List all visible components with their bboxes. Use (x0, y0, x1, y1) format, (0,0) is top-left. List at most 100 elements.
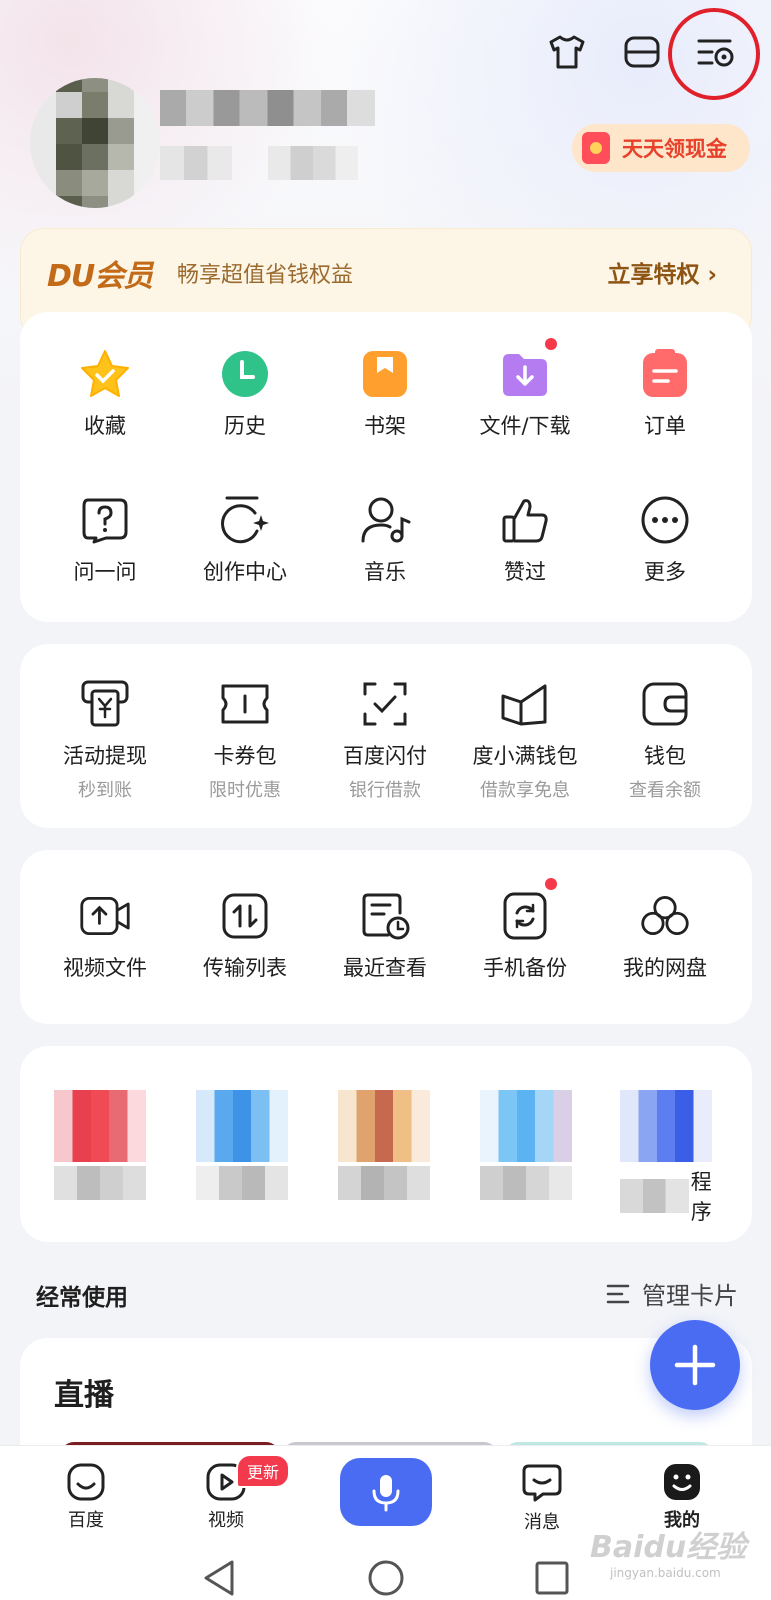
finance-flash-pay[interactable]: 百度闪付 银行借款 (315, 678, 455, 802)
finance-sublabel: 查看余额 (629, 780, 701, 801)
red-envelope-icon (582, 132, 610, 164)
mini-app-icon (338, 1090, 430, 1162)
shortcut-creation-center[interactable]: 创作中心 (175, 494, 315, 586)
shortcut-label: 书架 (364, 414, 406, 438)
finance-coupons[interactable]: 卡券包 限时优惠 (175, 678, 315, 802)
download-folder-icon (499, 338, 557, 400)
shortcut-bookshelf[interactable]: 书架 (315, 348, 455, 440)
creation-icon (219, 494, 271, 546)
message-icon (522, 1464, 562, 1502)
finance-sublabel: 秒到账 (78, 780, 132, 801)
drive-recent[interactable]: 最近查看 (315, 890, 455, 982)
finance-sublabel: 限时优惠 (209, 780, 281, 801)
bookmark-icon (359, 348, 411, 400)
finance-wallet[interactable]: 钱包 查看余额 (595, 678, 735, 802)
back-nav-icon[interactable] (200, 1558, 240, 1598)
shortcut-favorites[interactable]: 收藏 (35, 348, 175, 440)
shortcut-label: 问一问 (73, 560, 137, 584)
shortcut-label: 历史 (224, 414, 266, 438)
drive-transfer-list[interactable]: 传输列表 (175, 890, 315, 982)
du-member-slogan: 畅享超值省钱权益 (177, 263, 354, 288)
mini-app-label-blurred (196, 1166, 288, 1200)
profile-icon (664, 1464, 700, 1500)
watermark: Baidu经验 (590, 1530, 747, 1565)
add-card-fab[interactable] (650, 1320, 740, 1410)
username-blurred (160, 90, 375, 126)
finance-label: 百度闪付 (343, 744, 427, 768)
flash-pay-icon (359, 678, 411, 730)
avatar[interactable] (30, 78, 160, 208)
scan-icon[interactable] (616, 26, 668, 78)
question-icon (79, 494, 131, 546)
mini-app-4[interactable] (480, 1090, 572, 1200)
video-file-icon (79, 890, 131, 942)
recent-icon (359, 890, 411, 942)
notification-dot (545, 338, 557, 350)
shortcut-liked[interactable]: 赞过 (455, 494, 595, 586)
manage-cards-button[interactable]: 管理卡片 (606, 1276, 738, 1311)
shortcut-ask[interactable]: 问一问 (35, 494, 175, 586)
mini-app-5[interactable]: 程序 (620, 1090, 732, 1226)
finance-label: 活动提现 (63, 744, 147, 768)
shortcut-label: 赞过 (504, 560, 546, 584)
shortcut-history[interactable]: 历史 (175, 348, 315, 440)
highlight-circle (668, 8, 760, 100)
drive-my-netdisk[interactable]: 我的网盘 (595, 890, 735, 982)
section-title: 经常使用 (36, 1285, 128, 1311)
home-nav-icon[interactable] (366, 1558, 406, 1598)
du-member-logo: DU会员 (47, 259, 153, 294)
notification-dot (545, 878, 557, 890)
finance-sublabel: 银行借款 (349, 780, 421, 801)
drive-label: 我的网盘 (623, 956, 707, 980)
finance-cash-withdraw[interactable]: 活动提现 秒到账 (35, 678, 175, 802)
finance-label: 度小满钱包 (472, 744, 578, 768)
more-icon (639, 494, 691, 546)
finance-sublabel: 借款享免息 (480, 780, 570, 801)
mini-app-3[interactable] (338, 1090, 430, 1200)
live-card[interactable]: 直播 (20, 1338, 752, 1458)
plus-icon (674, 1344, 716, 1386)
finance-du-wallet[interactable]: 度小满钱包 借款享免息 (455, 678, 595, 802)
shortcut-label: 订单 (644, 414, 686, 438)
phone-backup-icon (499, 878, 557, 942)
mini-app-icon (54, 1090, 146, 1162)
tab-label: 视频 (208, 1510, 244, 1531)
mini-apps-card: 程序 (20, 1046, 752, 1242)
manage-cards-label: 管理卡片 (642, 1282, 738, 1310)
shortcut-label: 更多 (644, 560, 686, 584)
shortcut-orders[interactable]: 订单 (595, 348, 735, 440)
daily-cash-button[interactable]: 天天领现金 (572, 124, 750, 172)
music-icon (359, 494, 411, 546)
tab-baidu[interactable]: 百度 (36, 1462, 136, 1532)
mini-app-icon (620, 1090, 712, 1162)
mini-app-1[interactable] (54, 1090, 146, 1200)
tab-messages[interactable]: 消息 (492, 1462, 592, 1534)
shortcut-music[interactable]: 音乐 (315, 494, 455, 586)
coupon-icon (219, 678, 271, 730)
transfer-icon (219, 890, 271, 942)
microphone-icon (372, 1475, 400, 1512)
user-info-blurred-2 (268, 146, 358, 180)
drive-label: 视频文件 (63, 956, 147, 980)
star-icon (79, 348, 131, 400)
mini-app-label-blurred (54, 1166, 146, 1200)
tab-label: 百度 (68, 1510, 104, 1531)
du-member-link[interactable]: 立享特权 › (608, 255, 718, 289)
mini-app-label-blurred (480, 1166, 572, 1200)
drive-video-files[interactable]: 视频文件 (35, 890, 175, 982)
voice-search-button[interactable] (340, 1458, 432, 1526)
mini-app-icon (480, 1090, 572, 1162)
tshirt-icon[interactable] (541, 26, 593, 78)
finance-card: 活动提现 秒到账 卡券包 限时优惠 百度闪付 银行借款 度小满钱包 借款享免息 … (20, 644, 752, 828)
thumbs-up-icon (499, 494, 551, 546)
user-info-blurred (160, 146, 232, 180)
recents-nav-icon[interactable] (532, 1558, 572, 1598)
shortcut-label: 音乐 (364, 560, 406, 584)
shortcut-more[interactable]: 更多 (595, 494, 735, 586)
shortcut-downloads[interactable]: 文件/下载 (455, 338, 595, 440)
live-title: 直播 (54, 1378, 114, 1413)
shortcut-label: 创作中心 (203, 560, 287, 584)
drive-phone-backup[interactable]: 手机备份 (455, 878, 595, 982)
mini-app-2[interactable] (196, 1090, 288, 1200)
shortcut-card: 收藏 历史 书架 文件/下载 订单 问一问 创作中心 音乐 赞过 更多 (20, 312, 752, 622)
